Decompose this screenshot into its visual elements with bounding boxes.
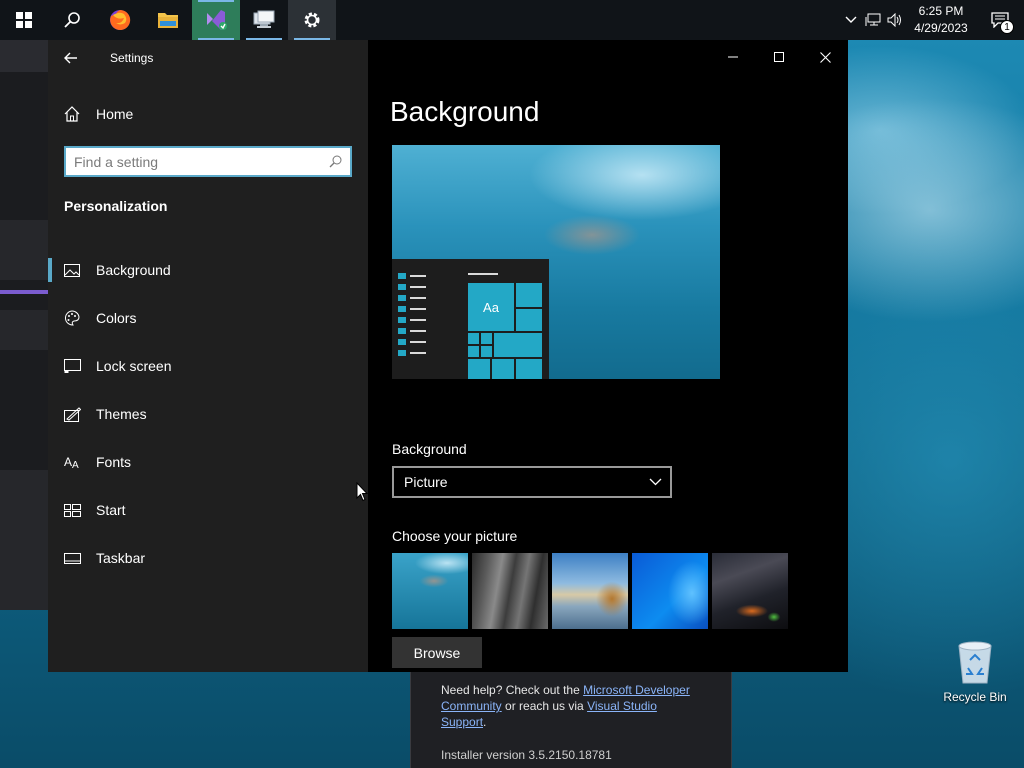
start-button[interactable]	[0, 0, 48, 40]
search-icon[interactable]	[320, 155, 350, 168]
file-explorer-taskbar-button[interactable]	[144, 0, 192, 40]
search-icon	[64, 12, 80, 28]
installer-help-text: Need help? Check out the Microsoft Devel…	[441, 682, 701, 730]
preview-tiles: Aa	[468, 283, 542, 379]
visual-studio-installer-icon	[207, 10, 227, 30]
gear-icon	[304, 12, 320, 28]
help-middle: or reach us via	[501, 699, 588, 713]
nav-label: Taskbar	[96, 550, 146, 566]
taskbar: 6:25 PM 4/29/2023 1	[0, 0, 1024, 40]
volume-icon[interactable]	[884, 0, 906, 40]
clock-date: 4/29/2023	[914, 21, 968, 35]
nav-list: Background Colors Lock screen Themes A A…	[48, 246, 368, 582]
search-input[interactable]	[66, 148, 320, 175]
background-type-dropdown[interactable]: Picture	[392, 466, 672, 498]
title-bar: Settings	[48, 40, 368, 76]
taskbar-icon	[48, 552, 96, 564]
nav-label: Background	[96, 262, 171, 278]
recycle-bin-shortcut[interactable]: Recycle Bin	[940, 640, 1010, 704]
home-label: Home	[96, 106, 134, 122]
themes-icon	[48, 406, 96, 422]
recycle-bin-label: Recycle Bin	[943, 690, 1007, 704]
recycle-bin-icon	[958, 641, 992, 684]
background-preview: Aa	[392, 145, 720, 379]
svg-text:A: A	[64, 455, 72, 469]
back-button[interactable]	[48, 40, 94, 76]
nav-label: Fonts	[96, 454, 132, 470]
folder-icon	[158, 13, 178, 28]
nav-item-background[interactable]: Background	[48, 246, 368, 294]
home-nav-item[interactable]: Home	[48, 96, 368, 132]
nav-item-start[interactable]: Start	[48, 486, 368, 534]
nav-item-themes[interactable]: Themes	[48, 390, 368, 438]
fonts-icon: AA	[48, 455, 96, 469]
page-title: Background	[390, 96, 540, 127]
search-box	[64, 146, 352, 177]
help-suffix: .	[483, 715, 487, 729]
back-arrow-icon	[64, 52, 77, 64]
firefox-icon	[110, 9, 131, 30]
home-icon	[48, 106, 96, 122]
picture-thumbnail-beach[interactable]	[552, 553, 628, 629]
preview-sample-tile: Aa	[468, 283, 514, 331]
nav-label: Start	[96, 502, 126, 518]
installer-footer-panel: Need help? Check out the Microsoft Devel…	[410, 672, 732, 768]
content-pane: Background Aa Background Picture Choose …	[390, 40, 848, 672]
system-tray: 6:25 PM 4/29/2023 1	[840, 0, 1024, 40]
nav-label: Lock screen	[96, 358, 172, 374]
network-icon[interactable]	[862, 0, 884, 40]
nav-item-lock-screen[interactable]: Lock screen	[48, 342, 368, 390]
search-taskbar-button[interactable]	[48, 0, 96, 40]
palette-icon	[48, 310, 96, 326]
installer-version: Installer version 3.5.2150.18781	[441, 748, 612, 762]
preview-window-mockup: Aa	[392, 259, 549, 379]
settings-taskbar-button[interactable]	[288, 0, 336, 40]
nav-item-fonts[interactable]: AA Fonts	[48, 438, 368, 486]
dropdown-value: Picture	[404, 474, 448, 490]
picture-icon	[48, 263, 96, 277]
clock-time: 6:25 PM	[918, 4, 964, 18]
choose-picture-label: Choose your picture	[392, 528, 518, 544]
firefox-taskbar-button[interactable]	[96, 0, 144, 40]
windows-logo-icon	[16, 12, 32, 28]
taskbar-clock[interactable]: 6:25 PM 4/29/2023	[906, 3, 976, 37]
settings-window: Settings Home Personalization Background	[48, 40, 848, 672]
lock-screen-icon	[48, 359, 96, 373]
chevron-up-icon[interactable]	[840, 0, 862, 40]
browse-button[interactable]: Browse	[392, 637, 482, 668]
action-center-button[interactable]: 1	[976, 0, 1024, 40]
start-icon	[48, 503, 96, 517]
vs-installer-taskbar-button[interactable]	[192, 0, 240, 40]
nav-item-colors[interactable]: Colors	[48, 294, 368, 342]
notification-count-badge: 1	[1000, 20, 1014, 34]
svg-text:A: A	[72, 460, 79, 469]
picture-thumbnail-underwater[interactable]	[392, 553, 468, 629]
remote-desktop-icon	[253, 10, 275, 28]
picture-thumbnail-windows[interactable]	[632, 553, 708, 629]
preview-sidebar	[398, 273, 428, 361]
help-prefix: Need help? Check out the	[441, 683, 584, 697]
remote-desktop-taskbar-button[interactable]	[240, 0, 288, 40]
picture-thumbnail-rock[interactable]	[472, 553, 548, 629]
section-title: Personalization	[64, 198, 168, 214]
navigation-pane: Settings Home Personalization Background	[48, 40, 368, 672]
picture-thumbnail-night-sky[interactable]	[712, 553, 788, 629]
app-title: Settings	[110, 51, 154, 65]
nav-label: Colors	[96, 310, 137, 326]
mouse-cursor-icon	[356, 482, 368, 502]
nav-label: Themes	[96, 406, 147, 422]
picture-thumbnails	[392, 553, 788, 629]
background-type-label: Background	[392, 441, 467, 457]
chevron-down-icon	[649, 475, 662, 489]
nav-item-taskbar[interactable]: Taskbar	[48, 534, 368, 582]
